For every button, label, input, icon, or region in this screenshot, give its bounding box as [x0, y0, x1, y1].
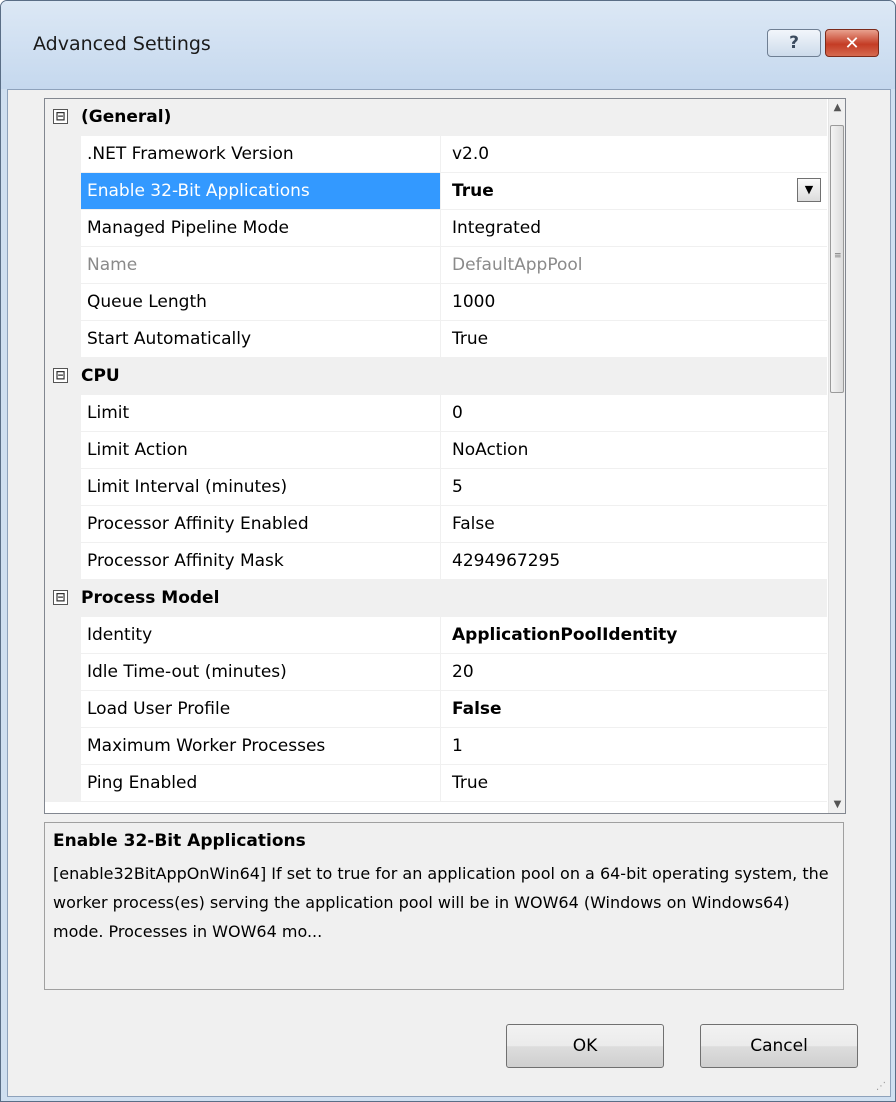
property-value[interactable]: Integrated: [442, 210, 827, 246]
row-gutter: [45, 469, 81, 505]
row-gutter: [45, 543, 81, 579]
property-name[interactable]: Name: [81, 247, 441, 283]
property-name[interactable]: Processor Affinity Enabled: [81, 506, 441, 542]
category-row[interactable]: ⊟ (General): [45, 99, 827, 136]
property-rows: ⊟ (General) .NET Framework Version v2.0 Enab…: [45, 99, 827, 802]
property-row[interactable]: Idle Time-out (minutes) 20: [45, 654, 827, 691]
help-icon: ?: [789, 33, 799, 53]
help-button[interactable]: ?: [767, 29, 821, 57]
category-row[interactable]: ⊟ Process Model: [45, 580, 827, 617]
property-name[interactable]: Enable 32-Bit Applications: [81, 173, 441, 209]
description-text: [enable32BitAppOnWin64] If set to true f…: [53, 864, 829, 941]
title-bar: Advanced Settings ? ✕: [1, 1, 895, 89]
resize-grip-icon[interactable]: ⋰: [876, 1081, 886, 1092]
property-row[interactable]: Ping Enabled True: [45, 765, 827, 802]
property-row[interactable]: Limit 0: [45, 395, 827, 432]
property-name[interactable]: Identity: [81, 617, 441, 653]
property-row[interactable]: Queue Length 1000: [45, 284, 827, 321]
row-gutter: [45, 284, 81, 320]
property-name[interactable]: Load User Profile: [81, 691, 441, 727]
property-name[interactable]: Limit Interval (minutes): [81, 469, 441, 505]
dialog-title: Advanced Settings: [33, 33, 211, 55]
property-value[interactable]: 0: [442, 395, 827, 431]
description-title: Enable 32-Bit Applications: [53, 831, 306, 851]
row-gutter: [45, 506, 81, 542]
property-row[interactable]: Managed Pipeline Mode Integrated: [45, 210, 827, 247]
close-button[interactable]: ✕: [825, 29, 879, 57]
row-gutter: [45, 395, 81, 431]
category-label: (General): [81, 107, 172, 127]
advanced-settings-dialog: Advanced Settings ? ✕ ⊟ (General) .NET Fra…: [0, 0, 896, 1102]
row-gutter: [45, 173, 81, 209]
collapse-icon[interactable]: ⊟: [53, 109, 68, 124]
property-value[interactable]: 5: [442, 469, 827, 505]
vertical-scrollbar[interactable]: ▲ ≡ ▼: [828, 99, 845, 813]
property-row[interactable]: .NET Framework Version v2.0: [45, 136, 827, 173]
row-gutter: [45, 432, 81, 468]
property-value[interactable]: True: [442, 765, 827, 801]
property-row[interactable]: Processor Affinity Enabled False: [45, 506, 827, 543]
description-panel: Enable 32-Bit Applications [enable32BitA…: [44, 822, 844, 990]
property-value[interactable]: NoAction: [442, 432, 827, 468]
ok-button[interactable]: OK: [506, 1024, 664, 1068]
collapse-icon[interactable]: ⊟: [53, 368, 68, 383]
category-label: Process Model: [81, 588, 220, 608]
property-row[interactable]: Enable 32-Bit Applications True ▼: [45, 173, 827, 210]
property-value[interactable]: False: [442, 691, 827, 727]
property-name[interactable]: Start Automatically: [81, 321, 441, 357]
property-row[interactable]: Name DefaultAppPool: [45, 247, 827, 284]
property-value[interactable]: 4294967295: [442, 543, 827, 579]
row-gutter: [45, 210, 81, 246]
property-value[interactable]: True: [442, 173, 827, 209]
property-value[interactable]: v2.0: [442, 136, 827, 172]
row-gutter: [45, 617, 81, 653]
property-value[interactable]: DefaultAppPool: [442, 247, 827, 283]
row-gutter: [45, 691, 81, 727]
property-name[interactable]: Queue Length: [81, 284, 441, 320]
property-value[interactable]: 20: [442, 654, 827, 690]
property-value[interactable]: 1: [442, 728, 827, 764]
category-label: CPU: [81, 366, 120, 386]
property-name[interactable]: Limit: [81, 395, 441, 431]
scrollbar-grip-icon: ≡: [834, 251, 842, 261]
property-grid: ⊟ (General) .NET Framework Version v2.0 Enab…: [44, 98, 846, 814]
property-name[interactable]: .NET Framework Version: [81, 136, 441, 172]
property-name[interactable]: Processor Affinity Mask: [81, 543, 441, 579]
property-name[interactable]: Ping Enabled: [81, 765, 441, 801]
row-gutter: [45, 136, 81, 172]
property-row[interactable]: Limit Interval (minutes) 5: [45, 469, 827, 506]
row-gutter: [45, 728, 81, 764]
property-value[interactable]: True: [442, 321, 827, 357]
dropdown-arrow-icon[interactable]: ▼: [797, 178, 821, 202]
property-row[interactable]: Load User Profile False: [45, 691, 827, 728]
property-row[interactable]: Maximum Worker Processes 1: [45, 728, 827, 765]
property-value[interactable]: 1000: [442, 284, 827, 320]
property-value[interactable]: ApplicationPoolIdentity: [442, 617, 827, 653]
dialog-body: ⊟ (General) .NET Framework Version v2.0 Enab…: [7, 89, 891, 1097]
property-row[interactable]: Identity ApplicationPoolIdentity: [45, 617, 827, 654]
property-row[interactable]: Processor Affinity Mask 4294967295: [45, 543, 827, 580]
property-row[interactable]: Start Automatically True: [45, 321, 827, 358]
property-name[interactable]: Limit Action: [81, 432, 441, 468]
collapse-icon[interactable]: ⊟: [53, 590, 68, 605]
property-name[interactable]: Idle Time-out (minutes): [81, 654, 441, 690]
row-gutter: [45, 247, 81, 283]
row-gutter: [45, 321, 81, 357]
property-name[interactable]: Managed Pipeline Mode: [81, 210, 441, 246]
close-icon: ✕: [844, 32, 860, 54]
scrollbar-thumb[interactable]: ≡: [830, 125, 844, 393]
property-row[interactable]: Limit Action NoAction: [45, 432, 827, 469]
cancel-button[interactable]: Cancel: [700, 1024, 858, 1068]
category-row[interactable]: ⊟ CPU: [45, 358, 827, 395]
row-gutter: [45, 765, 81, 801]
scroll-down-arrow-icon[interactable]: ▼: [829, 796, 845, 813]
scroll-up-arrow-icon[interactable]: ▲: [829, 99, 845, 116]
row-gutter: [45, 654, 81, 690]
property-name[interactable]: Maximum Worker Processes: [81, 728, 441, 764]
property-value[interactable]: False: [442, 506, 827, 542]
